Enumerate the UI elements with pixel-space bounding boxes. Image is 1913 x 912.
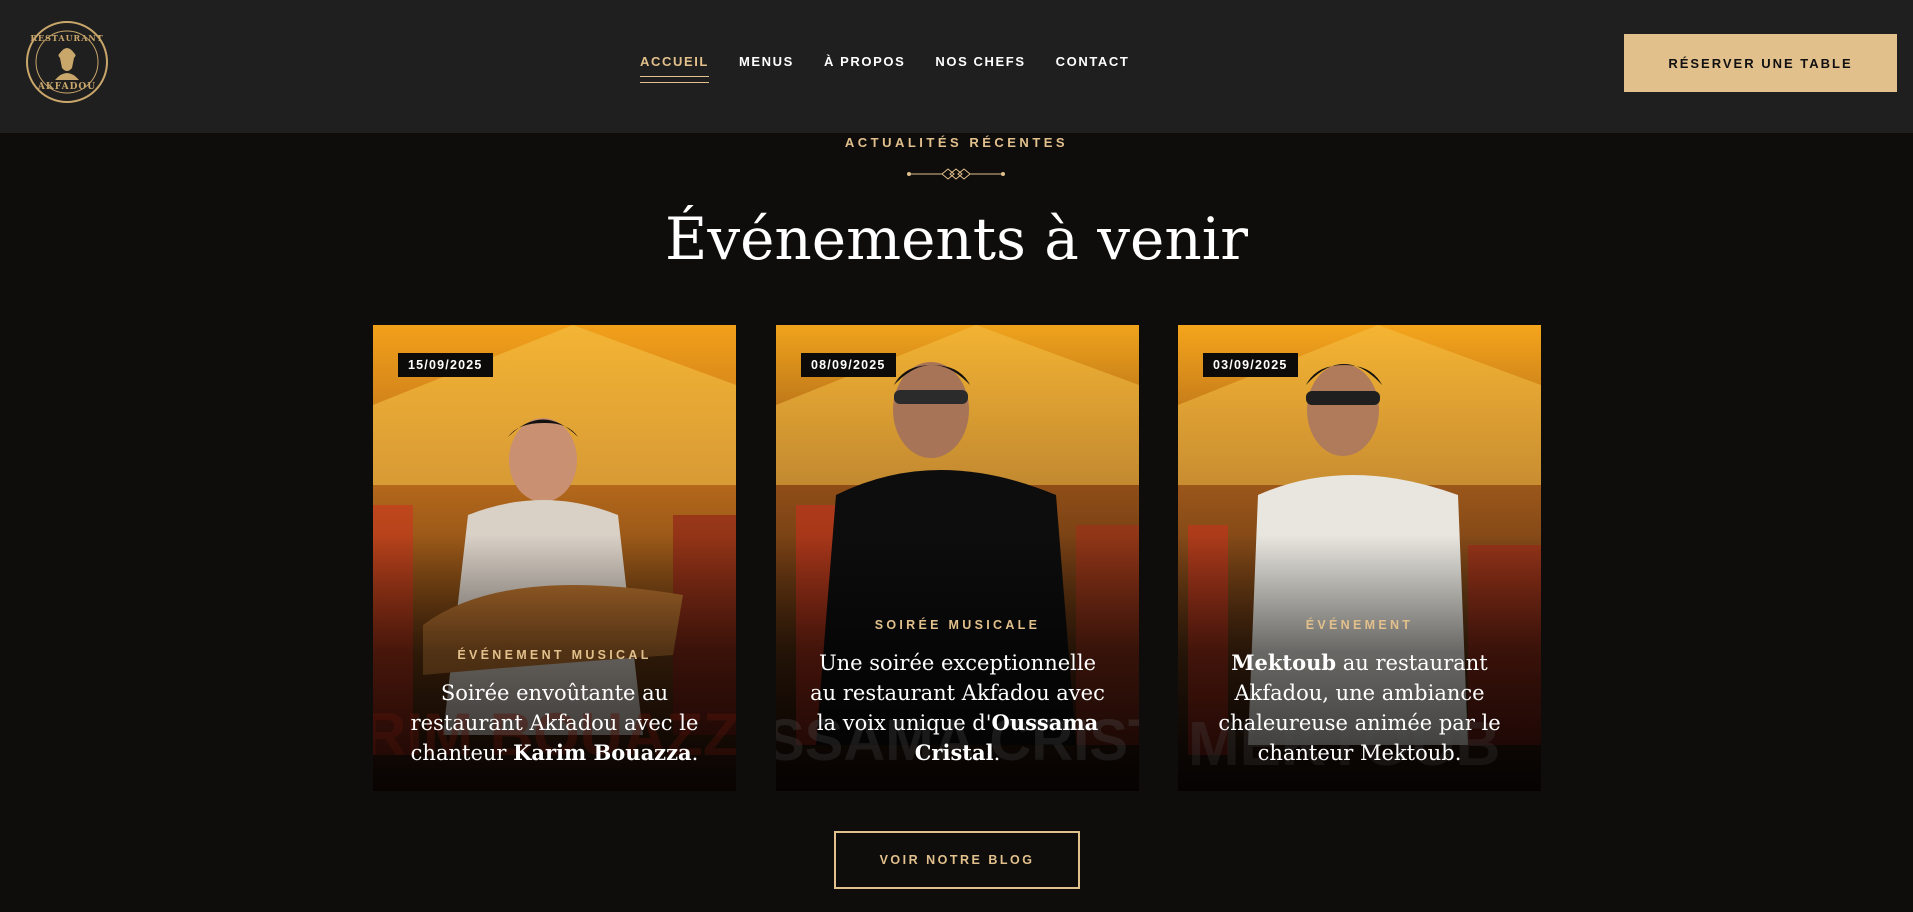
event-date-badge: 08/09/2025 <box>801 353 896 377</box>
view-blog-button[interactable]: VOIR NOTRE BLOG <box>834 831 1080 889</box>
section-eyebrow: ACTUALITÉS RÉCENTES <box>844 135 1069 150</box>
event-card-3[interactable]: MEKTOUB 03/09/2025 ÉVÉNEMENT Mektoub au … <box>1178 325 1541 791</box>
event-card-1[interactable]: RIM BOUAZZ 15/09/2025 ÉVÉNEMENT MUSICAL … <box>373 325 736 791</box>
logo-text-bottom: AKFADOU <box>37 82 97 92</box>
section-title: Événements à venir <box>664 205 1249 273</box>
restaurant-logo[interactable]: RESTAURANT AKFADOU <box>26 21 108 103</box>
event-description: Soirée envoûtante au restaurant Akfadou … <box>410 681 699 765</box>
main-nav: ACCUEIL MENUS À PROPOS NOS CHEFS CONTACT <box>640 54 1159 83</box>
event-description: Mektoub au restaurant Akfadou, une ambia… <box>1218 650 1501 765</box>
nav-item-menus[interactable]: MENUS <box>739 54 794 69</box>
event-category: ÉVÉNEMENT <box>1305 618 1414 632</box>
event-description: Une soirée exceptionnelle au restaurant … <box>810 651 1105 765</box>
nav-item-contact[interactable]: CONTACT <box>1056 54 1130 69</box>
event-card-2[interactable]: SSAMA CRISTA 08/09/2025 SOIRÉE MUSICALE … <box>776 325 1139 791</box>
ornament-divider-icon <box>907 168 1005 180</box>
nav-item-a-propos[interactable]: À PROPOS <box>824 54 905 69</box>
logo-text-top: RESTAURANT <box>30 33 104 43</box>
event-category: SOIRÉE MUSICALE <box>874 618 1041 632</box>
nav-item-nos-chefs[interactable]: NOS CHEFS <box>935 54 1025 69</box>
event-date-badge: 15/09/2025 <box>398 353 493 377</box>
site-header: RESTAURANT AKFADOU ACCUEIL MENUS À PROPO… <box>0 0 1913 133</box>
event-date-badge: 03/09/2025 <box>1203 353 1298 377</box>
event-category: ÉVÉNEMENT MUSICAL <box>457 648 652 662</box>
nav-item-accueil[interactable]: ACCUEIL <box>640 54 709 83</box>
reserve-table-button[interactable]: RÉSERVER UNE TABLE <box>1624 34 1897 92</box>
